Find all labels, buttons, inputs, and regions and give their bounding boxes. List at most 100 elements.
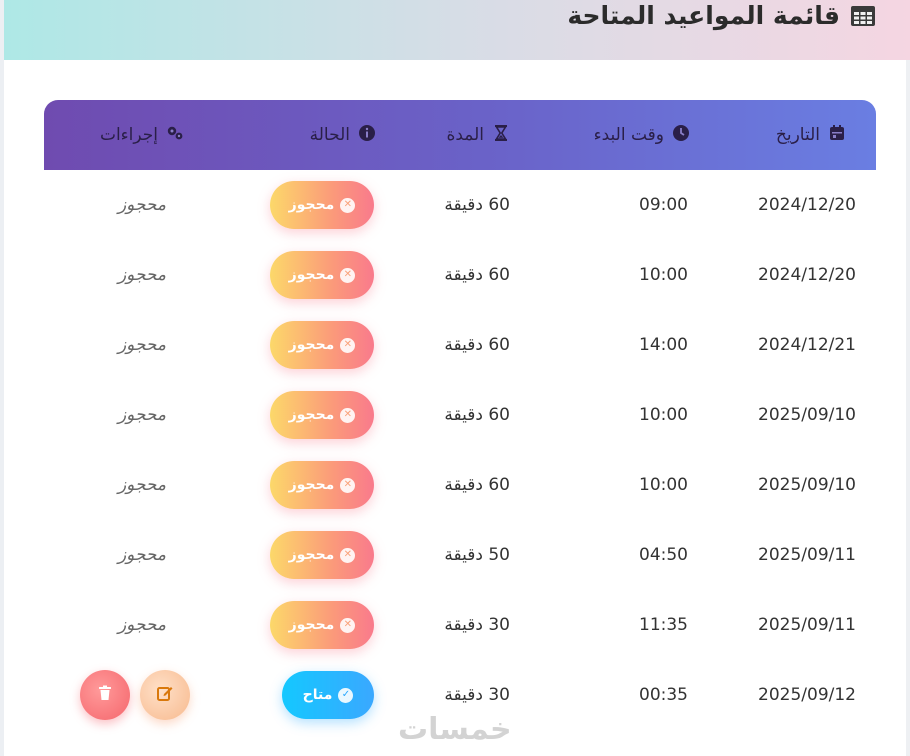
reserved-text: محجوز: [117, 265, 166, 285]
table-row: 2024/12/20 09:00 60 دقيقة ✕ محجوز محجوز: [44, 170, 876, 240]
actions-cell: محجوز: [118, 450, 166, 520]
actions-cell: محجوز: [118, 520, 166, 590]
status-cell: ✕ محجوز: [270, 380, 374, 450]
column-header-actions[interactable]: إجراءات: [100, 100, 184, 170]
status-label: محجوز: [288, 547, 335, 563]
time-cell: 00:35: [639, 685, 688, 705]
duration-cell: 50 دقيقة: [444, 545, 510, 565]
column-label: الحالة: [309, 125, 350, 145]
status-label: متاح: [302, 687, 333, 703]
trash-icon: [96, 684, 114, 706]
status-cell: ✕ محجوز: [270, 310, 374, 380]
status-label: محجوز: [288, 477, 335, 493]
date-cell: 2025/09/12: [758, 685, 856, 705]
x-circle-icon: ✕: [340, 407, 356, 423]
date-cell: 2025/09/10: [758, 405, 856, 425]
table-icon: [850, 4, 876, 26]
date-cell: 2025/09/11: [758, 545, 856, 565]
column-label: إجراءات: [99, 125, 158, 145]
x-circle-icon: ✕: [340, 617, 356, 633]
page-title-text: قائمة المواعيد المتاحة: [567, 0, 840, 30]
date-cell: 2024/12/20: [758, 265, 856, 285]
page-title: قائمة المواعيد المتاحة: [567, 0, 876, 30]
status-badge: ✕ محجوز: [270, 601, 374, 649]
column-header-start-time[interactable]: وقت البدء: [594, 100, 690, 170]
duration-cell: 60 دقيقة: [444, 405, 510, 425]
calendar-icon: [828, 124, 846, 147]
duration-cell: 60 دقيقة: [444, 335, 510, 355]
x-circle-icon: ✕: [340, 267, 356, 283]
gears-icon: [166, 124, 184, 147]
duration-cell: 60 دقيقة: [444, 265, 510, 285]
status-label: محجوز: [288, 197, 335, 213]
status-label: محجوز: [288, 617, 335, 633]
status-badge: ✕ محجوز: [270, 391, 374, 439]
status-label: محجوز: [288, 407, 335, 423]
scrollbar[interactable]: [906, 60, 910, 756]
column-header-duration[interactable]: المدة: [446, 100, 510, 170]
clock-icon: [672, 124, 690, 147]
x-circle-icon: ✕: [340, 547, 356, 563]
time-cell: 14:00: [639, 335, 688, 355]
date-cell: 2024/12/21: [758, 335, 856, 355]
status-badge: ✕ محجوز: [270, 321, 374, 369]
x-circle-icon: ✕: [340, 477, 356, 493]
time-cell: 10:00: [639, 475, 688, 495]
actions-cell: محجوز: [118, 590, 166, 660]
status-cell: ✕ محجوز: [270, 520, 374, 590]
status-cell: ✕ محجوز: [270, 240, 374, 310]
status-badge: ✓ متاح: [282, 671, 374, 719]
appointments-table: التاريخ وقت البدء المدة الحالة إجراءات 2…: [44, 100, 876, 730]
status-label: محجوز: [288, 337, 335, 353]
table-header: التاريخ وقت البدء المدة الحالة إجراءات: [44, 100, 876, 170]
reserved-text: محجوز: [117, 475, 166, 495]
duration-cell: 30 دقيقة: [444, 615, 510, 635]
edit-button[interactable]: [140, 670, 190, 720]
duration-cell: 60 دقيقة: [444, 195, 510, 215]
table-row: 2025/09/11 11:35 30 دقيقة ✕ محجوز محجوز: [44, 590, 876, 660]
reserved-text: محجوز: [117, 195, 166, 215]
table-row: 2025/09/10 10:00 60 دقيقة ✕ محجوز محجوز: [44, 450, 876, 520]
column-label: وقت البدء: [593, 125, 664, 145]
x-circle-icon: ✕: [340, 337, 356, 353]
x-circle-icon: ✕: [340, 197, 356, 213]
date-cell: 2025/09/10: [758, 475, 856, 495]
column-header-status[interactable]: الحالة: [310, 100, 376, 170]
status-cell: ✕ محجوز: [270, 450, 374, 520]
time-cell: 10:00: [639, 265, 688, 285]
status-cell: ✓ متاح: [282, 660, 374, 730]
time-cell: 10:00: [639, 405, 688, 425]
duration-cell: 60 دقيقة: [444, 475, 510, 495]
status-cell: ✕ محجوز: [270, 590, 374, 660]
actions-cell: محجوز: [118, 170, 166, 240]
time-cell: 09:00: [639, 195, 688, 215]
info-icon: [358, 124, 376, 147]
table-row: 2025/09/10 10:00 60 دقيقة ✕ محجوز محجوز: [44, 380, 876, 450]
date-cell: 2025/09/11: [758, 615, 856, 635]
status-badge: ✕ محجوز: [270, 531, 374, 579]
hourglass-icon: [492, 124, 510, 147]
time-cell: 04:50: [639, 545, 688, 565]
reserved-text: محجوز: [117, 335, 166, 355]
reserved-text: محجوز: [117, 545, 166, 565]
time-cell: 11:35: [639, 615, 688, 635]
delete-button[interactable]: [80, 670, 130, 720]
watermark-logo: خمسات: [398, 712, 512, 747]
status-badge: ✕ محجوز: [270, 181, 374, 229]
actions-cell: محجوز: [118, 310, 166, 380]
edit-icon: [156, 684, 174, 706]
date-cell: 2024/12/20: [758, 195, 856, 215]
actions-cell: محجوز: [118, 240, 166, 310]
actions-cell: محجوز: [118, 380, 166, 450]
check-circle-icon: ✓: [338, 687, 354, 703]
column-header-date[interactable]: التاريخ: [776, 100, 846, 170]
table-row: 2025/09/11 04:50 50 دقيقة ✕ محجوز محجوز: [44, 520, 876, 590]
column-label: التاريخ: [775, 125, 820, 145]
table-row: 2024/12/20 10:00 60 دقيقة ✕ محجوز محجوز: [44, 240, 876, 310]
reserved-text: محجوز: [117, 615, 166, 635]
status-cell: ✕ محجوز: [270, 170, 374, 240]
reserved-text: محجوز: [117, 405, 166, 425]
status-badge: ✕ محجوز: [270, 461, 374, 509]
table-row: 2024/12/21 14:00 60 دقيقة ✕ محجوز محجوز: [44, 310, 876, 380]
column-label: المدة: [446, 125, 484, 145]
